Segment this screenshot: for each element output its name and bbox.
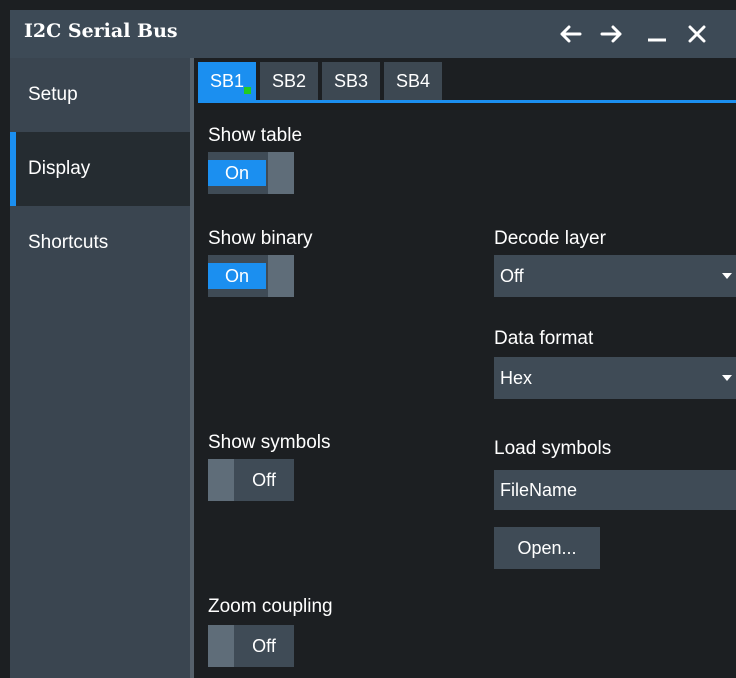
tab-status-indicator	[244, 87, 251, 94]
tab-label: SB3	[333, 70, 369, 91]
toggle-state: On	[208, 160, 266, 186]
sidebar-item-label: Shortcuts	[28, 232, 109, 253]
toggle-state: On	[208, 263, 266, 289]
sidebar-item-label: Setup	[28, 84, 78, 105]
zoom-coupling-label: Zoom coupling	[208, 596, 333, 617]
tab-sb4[interactable]: SB4	[384, 62, 442, 100]
show-table-label: Show table	[208, 125, 303, 146]
sidebar-item-setup[interactable]: Setup	[10, 58, 190, 132]
toggle-knob	[208, 459, 234, 501]
show-table-toggle[interactable]: On	[208, 152, 294, 194]
minimize-icon	[648, 38, 666, 42]
sidebar-item-display[interactable]: Display	[10, 132, 190, 206]
open-button-label: Open...	[517, 537, 577, 558]
open-file-button[interactable]: Open...	[494, 527, 600, 569]
toggle-state: Off	[252, 469, 276, 490]
decode-layer-label: Decode layer	[494, 228, 606, 249]
show-binary-toggle[interactable]: On	[208, 255, 294, 297]
zoom-coupling-toggle[interactable]: Off	[208, 625, 294, 667]
data-format-label: Data format	[494, 328, 594, 349]
main-panel: SB1 SB2 SB3 SB4 Show table On Show binar…	[194, 58, 736, 678]
chevron-down-icon	[722, 375, 732, 381]
close-button[interactable]	[680, 16, 714, 52]
close-icon	[688, 25, 706, 43]
chevron-down-icon	[722, 273, 732, 279]
tab-label: SB1	[209, 70, 245, 91]
tab-sb3[interactable]: SB3	[322, 62, 380, 100]
minimize-button[interactable]	[640, 16, 674, 52]
arrow-left-icon	[560, 25, 582, 43]
filename-value: FileName	[500, 479, 578, 500]
arrow-right-icon	[600, 25, 622, 43]
sidebar-item-label: Display	[28, 158, 91, 179]
decode-layer-select[interactable]: Off	[494, 255, 736, 297]
show-binary-label: Show binary	[208, 228, 313, 249]
tab-sb2[interactable]: SB2	[260, 62, 318, 100]
tab-label: SB2	[271, 70, 307, 91]
toggle-knob	[208, 625, 234, 667]
tab-underline	[198, 100, 736, 103]
data-format-value: Hex	[500, 367, 533, 388]
back-button[interactable]	[554, 16, 588, 52]
title-bar: I2C Serial Bus	[10, 10, 736, 58]
load-symbols-filename-field[interactable]: FileName	[494, 470, 736, 510]
window-title: I2C Serial Bus	[24, 20, 178, 42]
sidebar: Setup Display Shortcuts	[10, 58, 190, 678]
tab-sb1[interactable]: SB1	[198, 62, 256, 100]
forward-button[interactable]	[594, 16, 628, 52]
decode-layer-value: Off	[500, 265, 524, 286]
toggle-state: Off	[252, 635, 276, 656]
load-symbols-label: Load symbols	[494, 438, 612, 459]
tab-bar: SB1 SB2 SB3 SB4	[198, 62, 446, 100]
tab-label: SB4	[395, 70, 431, 91]
sidebar-item-shortcuts[interactable]: Shortcuts	[10, 206, 190, 280]
show-symbols-label: Show symbols	[208, 432, 331, 453]
toggle-knob	[268, 255, 294, 297]
show-symbols-toggle[interactable]: Off	[208, 459, 294, 501]
toggle-knob	[268, 152, 294, 194]
data-format-select[interactable]: Hex	[494, 357, 736, 399]
